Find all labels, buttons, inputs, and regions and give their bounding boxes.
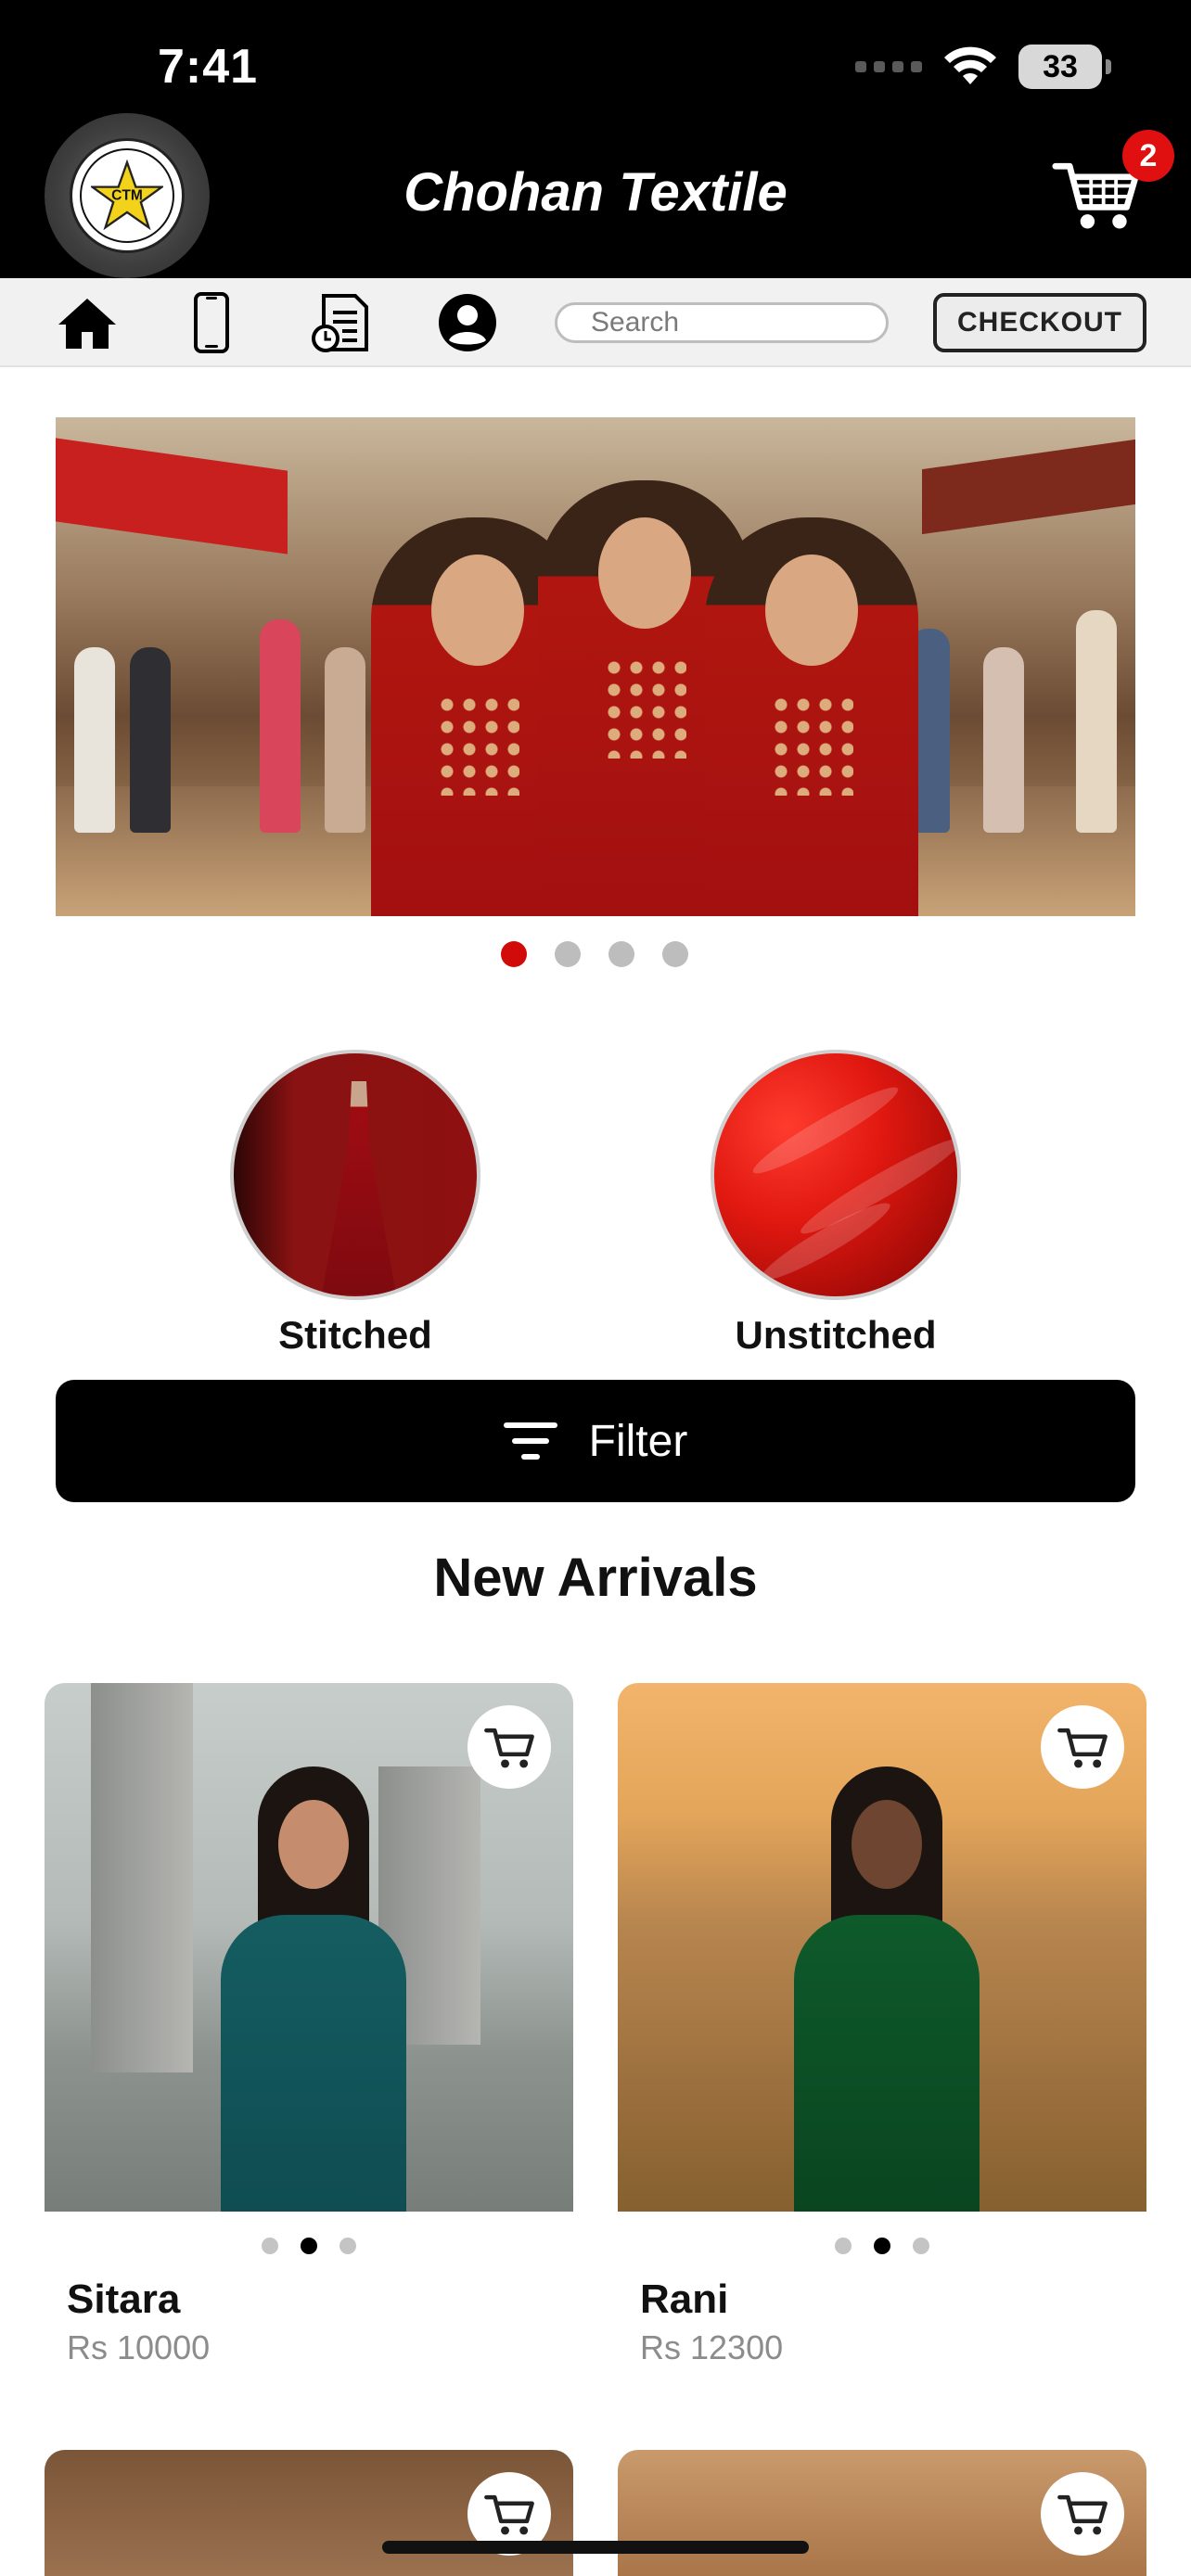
stitched-image bbox=[230, 1050, 480, 1300]
product-card-sitara[interactable]: Sitara Rs 10000 bbox=[45, 1683, 573, 2367]
cart-icon bbox=[1057, 1728, 1108, 1768]
product-card-partial[interactable] bbox=[45, 2450, 573, 2576]
hero-banner-image[interactable] bbox=[56, 417, 1135, 916]
status-indicators: 33 bbox=[855, 45, 1111, 89]
image-pagination bbox=[618, 2238, 1146, 2254]
category-label: Stitched bbox=[278, 1313, 432, 1357]
add-to-cart-button[interactable] bbox=[467, 1705, 551, 1789]
status-time: 7:41 bbox=[158, 40, 259, 94]
app-title: Chohan Textile bbox=[403, 162, 788, 223]
battery-icon: 33 bbox=[1018, 45, 1111, 89]
cart-icon bbox=[484, 1728, 534, 1768]
filter-label: Filter bbox=[588, 1416, 688, 1466]
product-price: Rs 12300 bbox=[640, 2328, 784, 2366]
cart-count-badge: 2 bbox=[1122, 130, 1174, 182]
cart-icon bbox=[484, 2494, 534, 2535]
cart-icon bbox=[1057, 2494, 1108, 2535]
banner-dot-3[interactable] bbox=[608, 941, 634, 967]
category-label: Unstitched bbox=[735, 1313, 937, 1357]
home-indicator[interactable] bbox=[382, 2541, 809, 2554]
banner-pagination bbox=[501, 941, 688, 967]
battery-level: 33 bbox=[1043, 48, 1078, 84]
add-to-cart-button[interactable] bbox=[1041, 2472, 1124, 2556]
product-name: Sitara bbox=[67, 2276, 181, 2322]
home-icon[interactable] bbox=[54, 291, 121, 354]
category-stitched[interactable]: Stitched bbox=[230, 1050, 480, 1358]
product-name: Rani bbox=[640, 2276, 729, 2322]
banner-dot-4[interactable] bbox=[662, 941, 688, 967]
product-price: Rs 10000 bbox=[67, 2328, 211, 2366]
search-input[interactable] bbox=[555, 302, 889, 343]
phone-icon[interactable] bbox=[178, 291, 245, 354]
cellular-signal-icon bbox=[855, 61, 922, 72]
wifi-icon bbox=[944, 46, 996, 84]
app-header: 7:41 33 CTM Chohan Textile 2 bbox=[0, 0, 1191, 278]
add-to-cart-button[interactable] bbox=[1041, 1705, 1124, 1789]
category-unstitched[interactable]: Unstitched bbox=[711, 1050, 961, 1358]
product-image[interactable] bbox=[45, 1683, 573, 2212]
banner-dot-1[interactable] bbox=[501, 941, 527, 967]
unstitched-image bbox=[711, 1050, 961, 1300]
banner-dot-2[interactable] bbox=[555, 941, 581, 967]
product-image[interactable] bbox=[618, 1683, 1146, 2212]
checkout-button[interactable]: CHECKOUT bbox=[933, 293, 1146, 352]
product-card-partial[interactable] bbox=[618, 2450, 1146, 2576]
product-card-rani[interactable]: Rani Rs 12300 bbox=[618, 1683, 1146, 2367]
toolbar: CHECKOUT bbox=[0, 278, 1191, 367]
section-title: New Arrivals bbox=[433, 1548, 758, 1608]
filter-button[interactable]: Filter bbox=[56, 1380, 1135, 1502]
filter-icon bbox=[503, 1422, 557, 1460]
orders-icon[interactable] bbox=[308, 291, 375, 354]
image-pagination bbox=[45, 2238, 573, 2254]
account-icon[interactable] bbox=[434, 291, 501, 354]
